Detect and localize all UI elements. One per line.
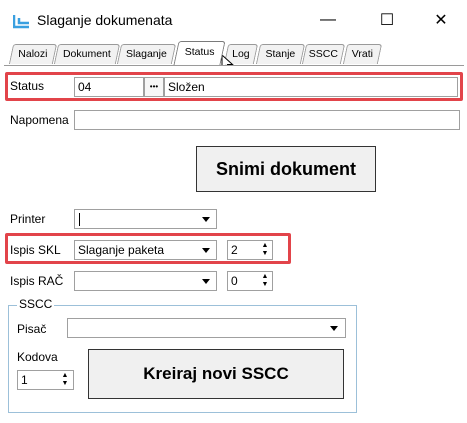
app-window: Slaganje dokumenata — ☐ ✕ Nalozi Dokumen…: [0, 0, 467, 423]
dropdown-arrow-icon: [202, 248, 210, 253]
maximize-button[interactable]: ☐: [364, 4, 410, 36]
close-button[interactable]: ✕: [418, 4, 464, 36]
spin-down-icon[interactable]: ▼: [260, 250, 270, 258]
app-icon: [13, 15, 29, 29]
spin-up-icon[interactable]: ▲: [260, 242, 270, 250]
save-document-button[interactable]: Snimi dokument: [196, 146, 376, 192]
ispis-skl-select[interactable]: Slaganje paketa: [74, 240, 217, 260]
napomena-label: Napomena: [10, 113, 69, 127]
spin-up-icon[interactable]: ▲: [60, 372, 70, 380]
status-label: Status: [10, 79, 45, 93]
dropdown-arrow-icon: [202, 279, 210, 284]
ispis-rac-count-spinner[interactable]: 0 ▲ ▼: [227, 271, 273, 291]
text-caret: [79, 213, 80, 226]
tab-status[interactable]: Status: [173, 41, 226, 65]
tab-vrati[interactable]: Vrati: [342, 44, 383, 64]
ispis-rac-label: Ispis RAČ: [10, 274, 64, 288]
ispis-skl-count-value: 2: [231, 243, 238, 257]
pisac-select[interactable]: [67, 318, 346, 338]
tab-sscc[interactable]: SSCC: [301, 44, 346, 64]
tab-nalozi[interactable]: Nalozi: [8, 44, 58, 64]
napomena-input[interactable]: [74, 110, 460, 130]
kodova-spinner[interactable]: 1 ▲ ▼: [17, 370, 74, 390]
ispis-skl-select-value: Slaganje paketa: [78, 243, 165, 257]
tab-slaganje[interactable]: Slaganje: [116, 44, 177, 64]
dropdown-arrow-icon: [202, 217, 210, 222]
ispis-skl-label: Ispis SKL: [10, 243, 61, 257]
status-code-field[interactable]: 04: [74, 77, 144, 97]
create-sscc-button[interactable]: Kreiraj novi SSCC: [88, 349, 344, 399]
printer-select[interactable]: [74, 209, 217, 229]
status-value-field[interactable]: Složen: [164, 77, 458, 97]
printer-label: Printer: [10, 212, 46, 226]
kodova-label: Kodova: [17, 350, 58, 364]
spin-down-icon[interactable]: ▼: [60, 380, 70, 388]
ispis-skl-count-spinner[interactable]: 2 ▲ ▼: [227, 240, 273, 260]
tab-stanje[interactable]: Stanje: [255, 44, 306, 64]
ispis-rac-select[interactable]: [74, 271, 217, 291]
title-bar: Slaganje dokumenata — ☐ ✕: [0, 0, 467, 40]
window-title: Slaganje dokumenata: [37, 12, 173, 28]
dropdown-arrow-icon: [330, 326, 338, 331]
ispis-rac-count-value: 0: [231, 274, 238, 288]
ellipsis-icon[interactable]: •••: [144, 77, 164, 97]
pisac-label: Pisač: [17, 322, 47, 336]
spin-up-icon[interactable]: ▲: [260, 273, 270, 281]
spin-down-icon[interactable]: ▼: [260, 281, 270, 289]
kodova-value: 1: [21, 373, 28, 387]
minimize-button[interactable]: —: [305, 4, 351, 36]
tab-dokument[interactable]: Dokument: [53, 44, 121, 64]
sscc-group-title: SSCC: [17, 297, 55, 311]
